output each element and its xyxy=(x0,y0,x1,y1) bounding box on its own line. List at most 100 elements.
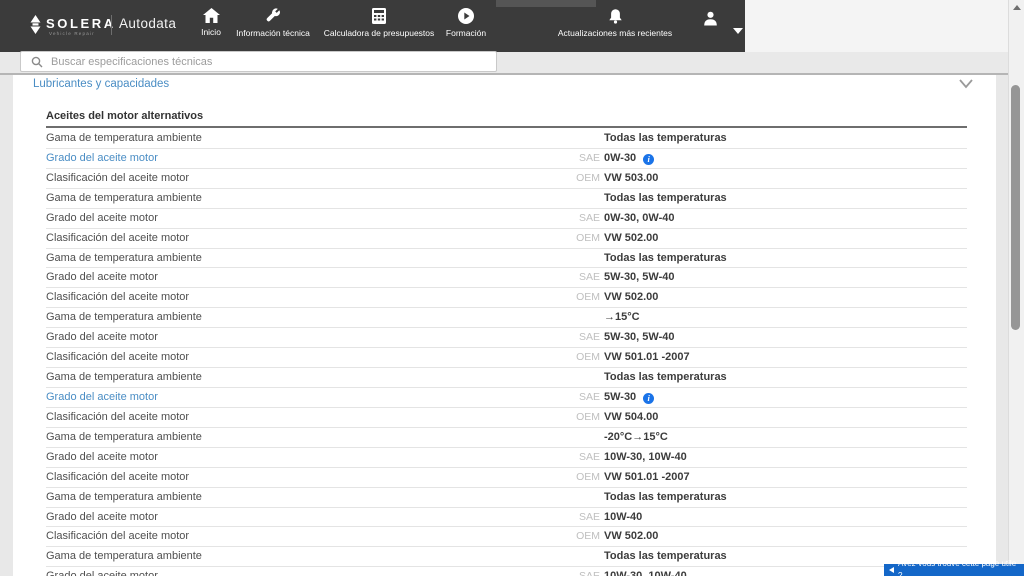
nav-item-label: Actualizaciones más recientes xyxy=(557,28,673,38)
row-label-link[interactable]: Grado del aceite motor xyxy=(46,149,158,168)
table-row: Grado del aceite motor SAE 10W-30, 10W-4… xyxy=(46,448,967,468)
row-label: Gama de temperatura ambiente xyxy=(46,132,202,144)
table-row: Clasificación del aceite motor OEM VW 50… xyxy=(46,169,967,189)
row-unit-label: SAE xyxy=(579,567,600,576)
row-label: Grado del aceite motor xyxy=(46,331,158,344)
row-value: 5W-30, 5W-40 xyxy=(604,271,675,284)
row-value: Todas las temperaturas xyxy=(604,191,727,204)
row-unit-label: SAE xyxy=(578,271,600,284)
row-value: 10W-30, 10W-40 xyxy=(604,567,687,576)
table-row: Gama de temperatura ambiente Todas las t… xyxy=(46,368,967,388)
row-label: Grado del aceite motor xyxy=(46,510,158,523)
feedback-label: Avez-vous trouvé cette page utile ? xyxy=(898,559,1017,576)
info-icon[interactable]: i xyxy=(643,392,655,404)
nav-item-calculadora[interactable]: Calculadora de presupuestos xyxy=(314,8,444,38)
header-highlight xyxy=(496,0,596,7)
feedback-arrow-icon xyxy=(889,567,894,573)
subsection-divider xyxy=(46,126,967,128)
row-unit-label: OEM xyxy=(576,410,600,423)
row-value: Todas las temperaturas xyxy=(604,490,727,503)
row-value: 5W-30 i xyxy=(604,388,655,407)
table-row: Gama de temperatura ambiente Todas las t… xyxy=(46,129,967,149)
table-row: Clasificación del aceite motor OEM VW 50… xyxy=(46,527,967,548)
chevron-down-icon[interactable] xyxy=(733,28,743,34)
row-label: Grado del aceite motor xyxy=(46,271,158,284)
row-label: Grado del aceite motor xyxy=(46,450,158,463)
bell-icon xyxy=(608,9,622,24)
row-unit-label: OEM xyxy=(576,291,600,304)
nav-item-informacion-tecnica[interactable]: Información técnica xyxy=(218,8,328,38)
row-label: Clasificación del aceite motor xyxy=(46,171,190,184)
row-value: 10W-40 xyxy=(604,510,643,523)
solera-logo-text: SOLERA xyxy=(46,16,116,31)
nav-item-label: Información técnica xyxy=(236,28,310,38)
row-unit-label: SAE xyxy=(578,211,600,224)
search-icon xyxy=(31,56,43,67)
wrench-icon xyxy=(266,8,280,22)
table-row: Grado del aceite motor SAE 5W-30, 5W-40 xyxy=(46,328,967,349)
row-value: VW 502.00 xyxy=(604,530,659,543)
table-row: Clasificación del aceite motor OEM VW 50… xyxy=(46,288,967,309)
row-value: -20°C→15°C xyxy=(604,430,668,443)
table-row: Grado del aceite motor SAE 10W-30, 10W-4… xyxy=(46,567,967,576)
search-input[interactable] xyxy=(51,55,486,68)
row-unit-label: SAE xyxy=(578,390,600,403)
table-row: Clasificación del aceite motor OEM VW 50… xyxy=(46,468,967,488)
app-window: SOLERA Vehicle Repair Autodata Inicio In… xyxy=(0,0,1024,576)
table-row: Clasificación del aceite motor OEM VW 50… xyxy=(46,229,967,249)
section-title-lubricantes[interactable]: Lubricantes y capacidades xyxy=(33,78,169,90)
scrollbar-thumb[interactable] xyxy=(1011,85,1020,330)
row-value: Todas las temperaturas xyxy=(604,550,727,563)
table-row: Gama de temperatura ambiente →15°C xyxy=(46,308,967,329)
row-value: VW 501.01 -2007 xyxy=(604,351,690,364)
row-label: Clasificación del aceite motor xyxy=(46,410,190,423)
table-row: Grado del aceite motor SAE 10W-40 xyxy=(46,508,967,528)
table-row: Gama de temperatura ambiente Todas las t… xyxy=(46,488,967,508)
row-value: →15°C xyxy=(604,311,640,324)
section-collapse-chevron-icon[interactable] xyxy=(958,78,974,90)
row-unit-label: OEM xyxy=(576,351,600,364)
row-value: 0W-30 i xyxy=(604,149,655,168)
nav-item-label: Calculadora de presupuestos xyxy=(323,28,435,38)
row-label-link[interactable]: Grado del aceite motor xyxy=(46,388,158,407)
row-label: Gama de temperatura ambiente xyxy=(46,371,202,384)
table-row: Grado del aceite motor SAE 0W-30, 0W-40 xyxy=(46,209,967,229)
home-icon xyxy=(202,8,220,23)
search-bar[interactable] xyxy=(20,51,497,72)
table-row: Gama de temperatura ambiente Todas las t… xyxy=(46,547,967,568)
row-unit-label: SAE xyxy=(578,151,600,164)
row-label: Clasificación del aceite motor xyxy=(46,231,190,244)
row-value: 5W-30, 5W-40 xyxy=(604,331,675,344)
row-unit-label: OEM xyxy=(576,171,600,184)
row-value: VW 502.00 xyxy=(604,291,659,304)
row-unit-label: SAE xyxy=(578,510,600,523)
row-value: VW 504.00 xyxy=(604,410,659,423)
user-account-icon[interactable] xyxy=(702,10,719,27)
row-unit-label: OEM xyxy=(576,231,600,244)
feedback-badge[interactable]: Avez-vous trouvé cette page utile ? xyxy=(884,559,1024,576)
row-unit-label: OEM xyxy=(576,530,600,543)
row-value: 10W-30, 10W-40 xyxy=(604,450,687,463)
row-label: Grado del aceite motor xyxy=(46,211,158,224)
table-row: Gama de temperatura ambiente Todas las t… xyxy=(46,249,967,269)
row-value: VW 502.00 xyxy=(604,231,659,244)
row-label: Clasificación del aceite motor xyxy=(46,351,190,364)
row-label: Gama de temperatura ambiente xyxy=(46,550,202,563)
row-value: VW 503.00 xyxy=(604,171,659,184)
nav-item-formacion[interactable]: Formación xyxy=(431,8,501,38)
scrollbar-up-arrow-icon[interactable] xyxy=(1013,5,1021,10)
row-label: Clasificación del aceite motor xyxy=(46,291,190,304)
row-label: Clasificación del aceite motor xyxy=(46,530,190,543)
table-row: Grado del aceite motor SAE 0W-30 i xyxy=(46,149,967,169)
info-icon[interactable]: i xyxy=(643,153,655,165)
row-unit-label: SAE xyxy=(578,331,600,344)
oil-table: Gama de temperatura ambiente Todas las t… xyxy=(46,129,967,576)
nav-item-actualizaciones[interactable]: Actualizaciones más recientes xyxy=(545,8,685,38)
row-value: 0W-30, 0W-40 xyxy=(604,211,675,224)
row-unit-label: OEM xyxy=(576,470,600,483)
table-row: Gama de temperatura ambiente Todas las t… xyxy=(46,189,967,209)
row-value: Todas las temperaturas xyxy=(604,132,727,144)
row-label: Grado del aceite motor xyxy=(46,567,158,576)
row-label: Gama de temperatura ambiente xyxy=(46,311,202,324)
autodata-logo-text: Autodata xyxy=(119,16,177,31)
